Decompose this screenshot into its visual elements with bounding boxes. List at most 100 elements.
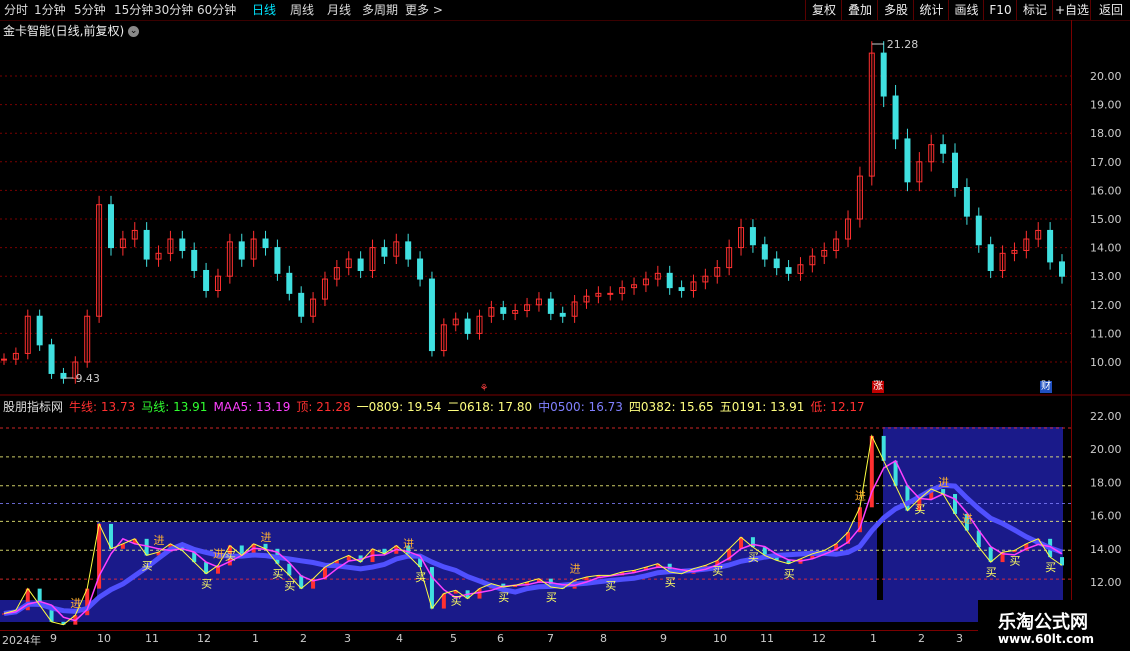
chart-canvas[interactable]: 20.00 19.00 18.00 17.00 16.00 15.00 14.00 13.00…	[0, 0, 1130, 650]
candle-body	[761, 244, 768, 260]
signal-buy-10: 买	[605, 579, 616, 592]
x-label-2: 10	[97, 632, 111, 645]
x-label-0: 2024年	[2, 634, 41, 647]
candle-body	[238, 241, 245, 260]
signal-buy-5: 买	[284, 579, 295, 592]
candle-body	[417, 258, 424, 280]
x-label-11: 7	[547, 632, 554, 645]
x-label-10: 6	[497, 632, 504, 645]
candle-body	[880, 52, 887, 97]
signal-buy-3: 买	[225, 549, 236, 562]
candle-body	[500, 307, 507, 314]
candle-body	[274, 247, 281, 274]
y-tick-sub-4: 14.00	[1090, 543, 1122, 556]
candle-body	[975, 215, 982, 246]
candle-body	[1047, 229, 1054, 263]
candle-body	[892, 95, 899, 140]
signal-buy-11: 买	[665, 576, 676, 589]
signal-buy-14: 买	[784, 568, 795, 581]
candle-body	[405, 241, 412, 260]
x-label-6: 2	[300, 632, 307, 645]
candle-body	[286, 272, 293, 294]
candle-body	[357, 258, 364, 271]
y-tick-main-9: 11.00	[1090, 327, 1122, 340]
legend-item-10: 低: 12.17	[810, 400, 865, 414]
watermark-url: www.60lt.com	[998, 632, 1095, 646]
watermark-title: 乐淘公式网	[998, 612, 1088, 633]
signal-buy-1: 买	[142, 559, 153, 572]
x-label-14: 10	[713, 632, 727, 645]
y-tick-main-5: 15.00	[1090, 213, 1122, 226]
x-label-16: 12	[812, 632, 826, 645]
y-tick-sub-2: 18.00	[1090, 476, 1122, 489]
y-tick-main-2: 18.00	[1090, 127, 1122, 140]
signal-in-5: 进	[570, 562, 581, 575]
candle-body	[381, 247, 388, 257]
signal-buy-13: 买	[748, 551, 759, 564]
candle-body	[987, 244, 994, 271]
cai-marker[interactable]: 财	[1040, 381, 1052, 393]
event-marker-icon[interactable]: ⚘	[478, 383, 490, 395]
y-tick-sub-5: 12.00	[1090, 576, 1122, 589]
y-tick-main-1: 19.00	[1090, 99, 1122, 112]
candle-body	[785, 267, 792, 274]
candle-body	[559, 312, 566, 317]
sub-block-4	[883, 427, 1063, 610]
candle-body	[1059, 261, 1065, 277]
y-tick-main-4: 16.00	[1090, 184, 1122, 197]
candle-body	[298, 292, 305, 317]
x-label-19: 3	[956, 632, 963, 645]
signal-in-7: 进	[938, 476, 949, 489]
legend-item-4: 顶: 21.28	[296, 400, 351, 414]
candle-body	[179, 238, 186, 251]
x-label-15: 11	[760, 632, 774, 645]
legend-item-2: 马线: 13.91	[141, 400, 208, 414]
signal-buy-17: 买	[1009, 554, 1020, 567]
candle-body	[678, 287, 685, 292]
x-label-8: 4	[396, 632, 403, 645]
candle-body	[952, 152, 959, 189]
candle-body	[107, 204, 114, 249]
signal-in-3: 进	[261, 531, 272, 544]
x-label-18: 2	[918, 632, 925, 645]
legend-item-7: 中0500: 16.73	[538, 400, 623, 414]
x-label-9: 5	[450, 632, 457, 645]
signal-buy-4: 买	[272, 568, 283, 581]
legend-item-6: 二0618: 17.80	[447, 400, 533, 414]
x-label-4: 12	[197, 632, 211, 645]
legend-item-3: MAA5: 13.19	[213, 400, 291, 414]
y-tick-sub-1: 20.00	[1090, 443, 1122, 456]
low-label: 9.43	[75, 372, 100, 385]
x-label-7: 3	[344, 632, 351, 645]
indicator-legend: 股朋指标网 牛线: 13.73 马线: 13.91 MAA5: 13.19 顶: 21.…	[3, 398, 871, 415]
x-label-13: 9	[660, 632, 667, 645]
signal-in-2: 进	[213, 547, 224, 560]
signal-in-1: 进	[154, 534, 165, 547]
candle-body	[262, 238, 269, 249]
signal-buy-6: 买	[415, 571, 426, 584]
signal-buy-18: 买	[1045, 561, 1056, 574]
candle-body	[547, 298, 554, 314]
y-axis-divider	[1071, 20, 1072, 630]
candle-body	[464, 318, 471, 334]
x-label-12: 8	[600, 632, 607, 645]
x-label-5: 1	[252, 632, 259, 645]
x-label-1: 9	[50, 632, 57, 645]
y-tick-main-0: 20.00	[1090, 70, 1122, 83]
zhang-marker[interactable]: 涨	[872, 381, 884, 393]
x-label-3: 11	[145, 632, 159, 645]
candle-body	[143, 229, 150, 260]
y-tick-main-7: 13.00	[1090, 270, 1122, 283]
candle-body	[48, 344, 55, 374]
legend-item-0: 股朋指标网	[3, 400, 64, 414]
y-tick-main-10: 10.00	[1090, 356, 1122, 369]
candle-body	[773, 258, 780, 269]
y-tick-main-6: 14.00	[1090, 242, 1122, 255]
signal-in-6: 进	[855, 489, 866, 502]
signal-buy-7: 买	[451, 594, 462, 607]
candle-body	[666, 272, 673, 289]
signal-in-8: 进	[962, 513, 973, 526]
candle-body	[749, 227, 756, 246]
signal-buy-9: 买	[546, 591, 557, 604]
candle-body	[428, 278, 435, 352]
